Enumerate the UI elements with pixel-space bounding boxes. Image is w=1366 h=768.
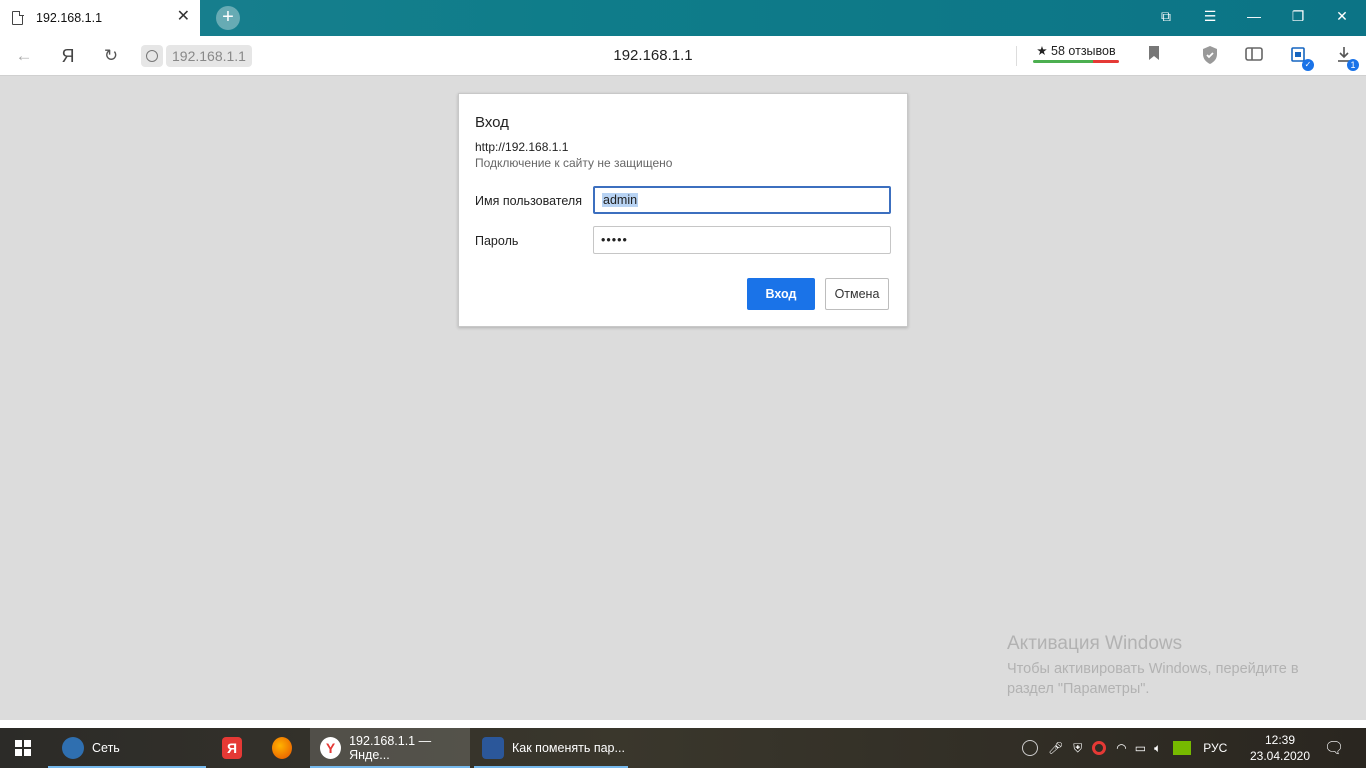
yandex-y-icon: Y [320,737,342,759]
reviews-rating-bar [1033,60,1119,63]
url-host: 192.168.1.1 [166,45,252,67]
firefox-icon [272,737,292,759]
username-input[interactable]: admin [593,186,891,214]
restore-icon[interactable]: ❐ [1288,8,1308,25]
downloads-count-badge: 1 [1347,59,1359,71]
reviews-widget[interactable]: ★ 58 отзывов [1033,43,1119,63]
security-shield-icon[interactable]: ⛨ [1073,741,1082,756]
notifications-icon[interactable]: 🗨︎ [1324,728,1344,768]
menu-icon[interactable]: ☰ [1200,8,1220,25]
microphone-icon[interactable]: 🎤︎ [1048,741,1063,755]
close-window-icon[interactable]: ✕ [1332,8,1352,25]
taskbar-item-network[interactable]: Сеть [48,728,206,768]
dialog-title: Вход [475,114,509,131]
watermark-text: Чтобы активировать Windows, перейдите в … [1007,661,1299,697]
dialog-warning: Подключение к сайту не защищено [475,156,673,170]
taskbar: Сеть Я Y 192.168.1.1 — Янде... Как помен… [0,728,1366,768]
info-icon[interactable] [1022,740,1038,756]
taskbar-item-label: Как поменять пар... [512,741,625,755]
downloads-icon[interactable]: 1 [1333,45,1359,71]
clock-date: 23.04.2020 [1249,749,1311,763]
activation-watermark: Активация Windows Чтобы активировать Win… [1007,633,1337,699]
taskbar-yandex[interactable]: Я [222,728,250,768]
tab-strip: 192.168.1.1 ✕ + ⧉ ☰ — ❐ ✕ [0,0,1366,36]
password-label: Пароль [475,234,519,248]
windows-start-icon[interactable] [15,740,31,756]
sidebar-icon[interactable] [1243,45,1265,67]
taskbar-item-document[interactable]: Как поменять пар... [474,728,628,768]
reviews-label: ★ 58 отзывов [1036,44,1116,58]
protect-shield-icon[interactable] [1199,45,1221,67]
url-pill[interactable]: 192.168.1.1 [141,44,252,68]
collections-icon[interactable]: ⧉ [1156,8,1176,25]
new-tab-button[interactable]: + [216,6,240,30]
login-dialog: Вход http://192.168.1.1 Подключение к са… [458,93,908,327]
extension-check-badge: ✓ [1302,59,1314,71]
taskbar-firefox[interactable] [272,728,300,768]
watermark-title: Активация Windows [1007,633,1183,654]
taskbar-item-browser[interactable]: Y 192.168.1.1 — Янде... [310,728,470,768]
opera-icon[interactable] [1092,741,1107,755]
username-label: Имя пользователя [475,194,582,208]
bookmark-icon[interactable] [1143,45,1165,67]
password-value: ••••• [601,233,628,247]
word-document-icon [482,737,504,759]
tab-close-button[interactable]: ✕ [177,9,190,25]
page-bottom-strip [0,720,1366,728]
page-address[interactable]: 192.168.1.1 [560,47,746,64]
wifi-icon[interactable]: ◠ [1116,741,1126,755]
volume-icon[interactable]: 🔈︎ [1154,741,1161,756]
network-globe-icon [62,737,84,759]
tray-icons: 🎤︎ ⛨ ◠ ▭ 🔈︎ РУС [1022,728,1227,768]
document-icon [12,10,24,25]
browser-tab[interactable]: 192.168.1.1 ✕ [0,0,200,36]
system-clock[interactable]: 12:39 23.04.2020 [1248,732,1312,764]
nvidia-icon[interactable] [1173,741,1192,755]
taskbar-item-label: Сеть [92,741,120,755]
address-bar: ← Я ↻ 192.168.1.1 192.168.1.1 ★ 58 отзыв… [0,36,1366,76]
divider [1016,46,1017,66]
clock-time: 12:39 [1264,733,1296,747]
cancel-button[interactable]: Отмена [825,278,889,310]
taskbar-item-label: 192.168.1.1 — Янде... [349,734,432,762]
login-button[interactable]: Вход [747,278,815,310]
password-input[interactable]: ••••• [593,226,891,254]
yandex-icon[interactable]: Я [58,46,78,67]
minimize-icon[interactable]: — [1244,8,1264,24]
back-arrow-icon[interactable]: ← [14,46,34,66]
username-value: admin [602,193,639,207]
battery-icon[interactable]: ▭ [1135,741,1146,755]
yandex-browser-icon: Я [222,737,242,759]
reload-icon[interactable]: ↻ [101,46,121,66]
language-indicator[interactable]: РУС [1203,741,1227,755]
dialog-url: http://192.168.1.1 [475,140,569,154]
extension-icon[interactable]: ✓ [1288,45,1314,71]
tab-title: 192.168.1.1 [36,11,103,25]
globe-icon [141,45,163,67]
